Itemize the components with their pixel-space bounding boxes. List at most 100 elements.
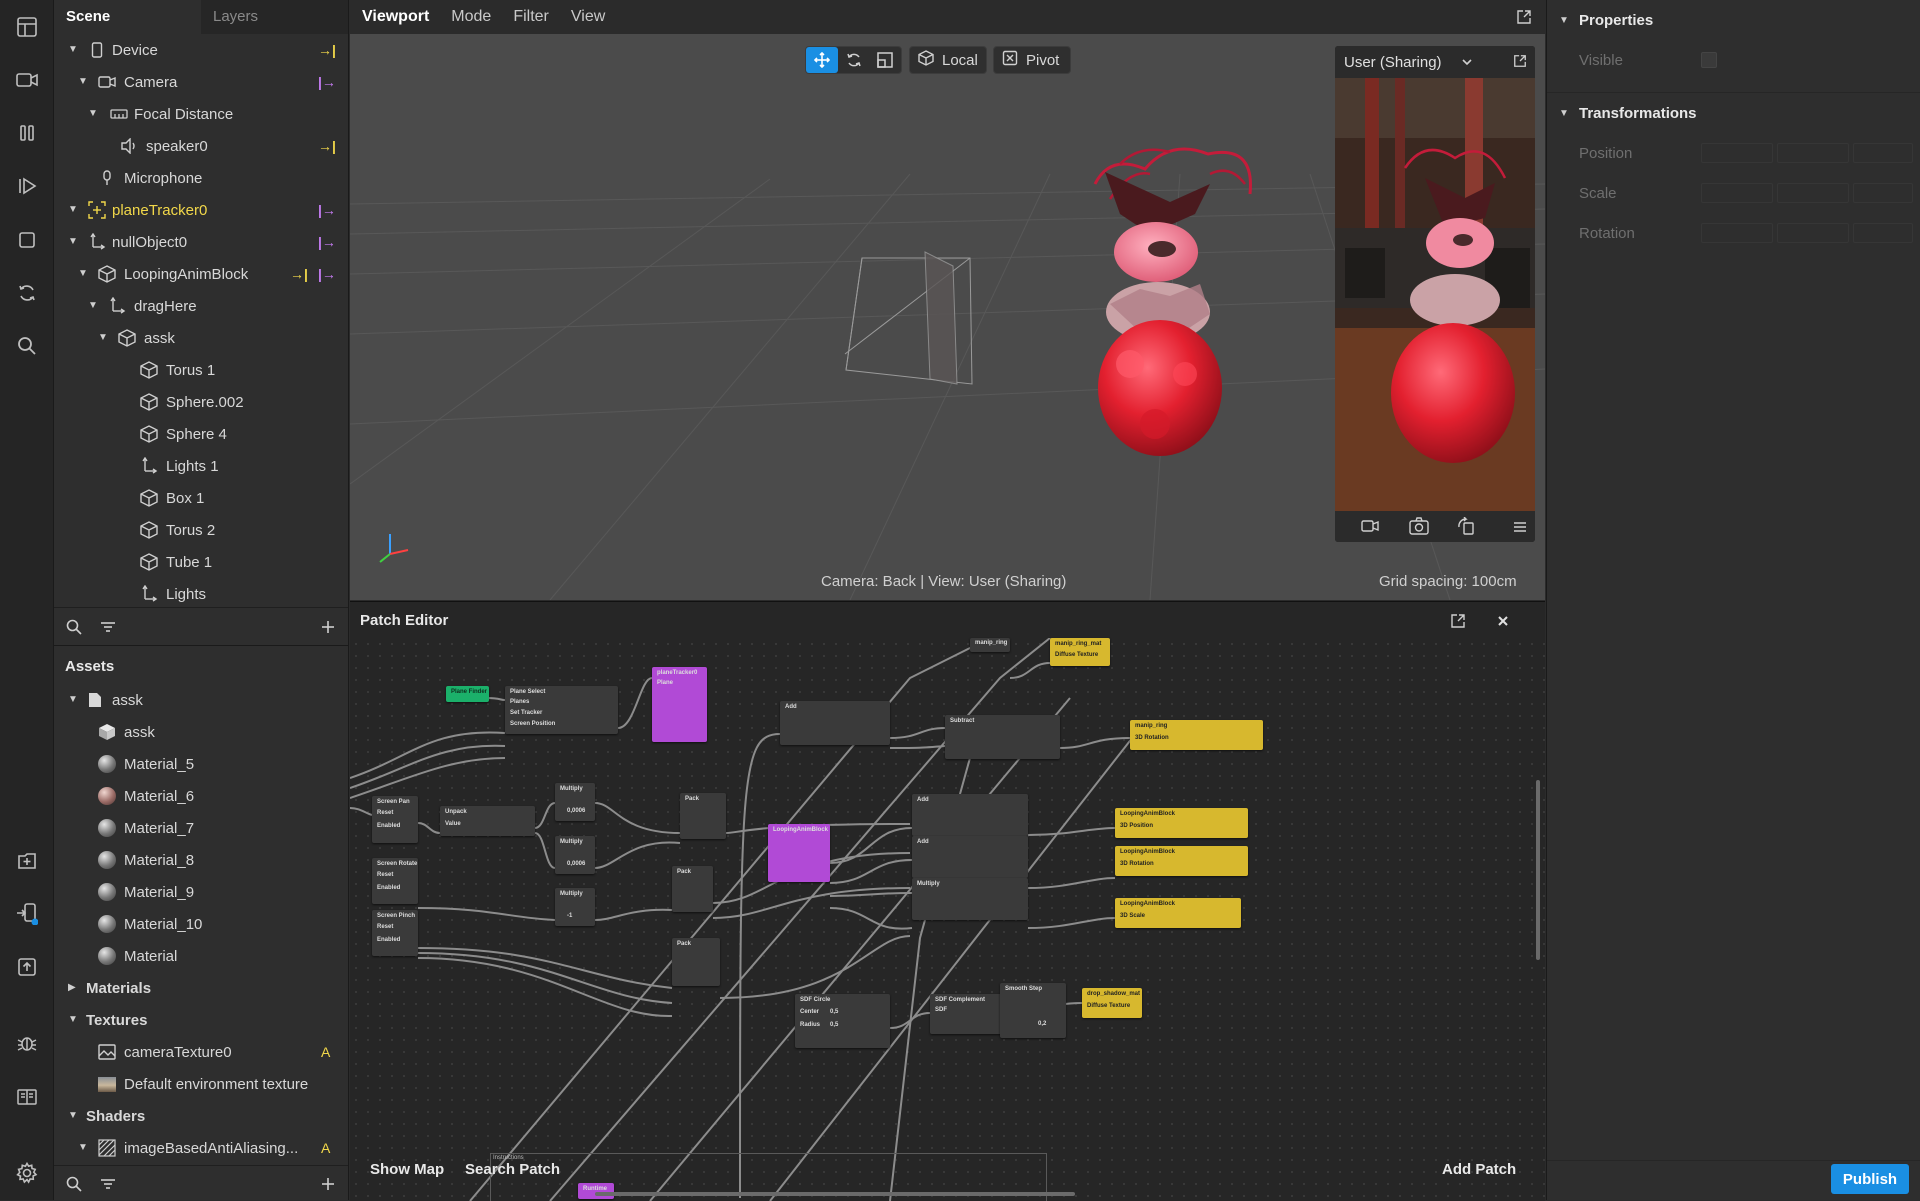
preview-view-selector[interactable]: User (Sharing) [1344, 54, 1442, 71]
stop-icon[interactable] [13, 226, 41, 254]
video-camera-icon[interactable] [13, 66, 41, 94]
show-map-button[interactable]: Show Map [370, 1161, 444, 1178]
tab-scene[interactable]: Scene [54, 0, 201, 34]
asset-item-assk-folder[interactable]: ▼ assk [54, 684, 348, 716]
scene-item-draghere[interactable]: ▼ dragHere [54, 290, 348, 322]
add-icon[interactable] [320, 619, 336, 639]
patch-input-icon[interactable]: |→ [318, 74, 336, 90]
patch-node-pack-2[interactable]: Pack [672, 866, 713, 912]
scene-item-loopinganimblock[interactable]: ▼ LoopingAnimBlock →| |→ [54, 258, 348, 290]
camera-preview-image[interactable] [1335, 78, 1535, 511]
scene-item-microphone[interactable]: Microphone [54, 162, 348, 194]
scene-item-planetracker0[interactable]: ▼ planeTracker0 |→ [54, 194, 348, 226]
viewport-menu-view[interactable]: View [571, 8, 605, 26]
patch-node-manip-ring[interactable]: manip_ring 3D Rotation [1130, 720, 1263, 750]
popout-icon[interactable] [1450, 613, 1466, 633]
asset-item-material[interactable]: Material [54, 940, 348, 972]
patch-node-drop-shadow-mat[interactable]: drop_shadow_mat Diffuse Texture [1082, 988, 1142, 1018]
caret-down-icon[interactable]: ▼ [1559, 15, 1569, 26]
patch-node-screen-rotate[interactable]: Screen Rotate Reset Enabled [372, 858, 418, 904]
add-icon[interactable] [320, 1176, 336, 1196]
patch-node-subtract[interactable]: Subtract [945, 715, 1060, 759]
asset-item-material-7[interactable]: Material_7 [54, 812, 348, 844]
vertical-scrollbar[interactable] [1536, 780, 1540, 960]
scene-item-lights[interactable]: Lights [54, 578, 348, 610]
caret-down-icon[interactable]: ▼ [78, 1143, 88, 1153]
scale-z-field[interactable] [1853, 183, 1913, 203]
patch-node-multiply-4[interactable]: Multiply [912, 878, 1028, 920]
caret-right-icon[interactable]: ▶ [68, 983, 78, 993]
patch-node-add-3[interactable]: Add [912, 836, 1028, 878]
scene-item-lights-1[interactable]: Lights 1 [54, 450, 348, 482]
patch-node-add-2[interactable]: Add [912, 794, 1028, 836]
visible-checkbox[interactable] [1701, 52, 1717, 68]
scene-item-device[interactable]: ▼ Device →| [54, 34, 348, 66]
filter-icon[interactable] [100, 1177, 116, 1195]
scene-item-sphere-4[interactable]: Sphere 4 [54, 418, 348, 450]
patch-input-icon[interactable]: |→ [318, 202, 336, 218]
caret-down-icon[interactable]: ▼ [78, 269, 88, 279]
rotate-device-icon[interactable] [1457, 516, 1475, 539]
add-patch-button[interactable]: Add Patch [1442, 1161, 1516, 1178]
horizontal-scrollbar[interactable] [595, 1192, 1075, 1196]
play-step-icon[interactable] [13, 172, 41, 200]
patch-node-manip-ring-small[interactable]: manip_ring [970, 638, 1010, 652]
viewport-menu-viewport[interactable]: Viewport [362, 8, 429, 26]
menu-icon[interactable] [1513, 520, 1527, 537]
linked-output-icon[interactable]: →| [318, 42, 336, 58]
caret-down-icon[interactable]: ▼ [68, 1015, 78, 1025]
caret-down-icon[interactable]: ▼ [98, 333, 108, 343]
rotation-x-field[interactable] [1701, 223, 1773, 243]
scale-icon[interactable] [869, 47, 901, 73]
patch-input-icon[interactable]: |→ [318, 266, 336, 282]
caret-down-icon[interactable]: ▼ [88, 109, 98, 119]
patch-node-sdf-circle[interactable]: SDF Circle Center 0,5 Radius 0,5 [795, 994, 890, 1048]
patch-node-plane-select[interactable]: Plane Select Planes Set Tracker Screen P… [505, 686, 618, 734]
caret-down-icon[interactable]: ▼ [1559, 108, 1569, 119]
patch-node-smooth-step[interactable]: Smooth Step 0,2 [1000, 983, 1066, 1038]
filter-icon[interactable] [100, 620, 116, 638]
patch-node-manip-ring-mat[interactable]: manip_ring_mat Diffuse Texture [1050, 638, 1110, 666]
patch-node-lab-scale[interactable]: LoopingAnimBlock 3D Scale [1115, 898, 1241, 928]
close-icon[interactable] [1496, 614, 1510, 632]
upload-icon[interactable] [13, 953, 41, 981]
asset-item-material-5[interactable]: Material_5 [54, 748, 348, 780]
move-icon[interactable] [806, 47, 838, 73]
linked-output-icon[interactable]: →| [318, 138, 336, 154]
asset-item-antialiasing-shader[interactable]: ▼ imageBasedAntiAliasing... A [54, 1132, 348, 1164]
asset-item-material-8[interactable]: Material_8 [54, 844, 348, 876]
video-camera-icon[interactable] [1361, 519, 1379, 537]
add-asset-icon[interactable] [13, 847, 41, 875]
caret-down-icon[interactable]: ▼ [78, 77, 88, 87]
asset-item-assk-model[interactable]: assk [54, 716, 348, 748]
scene-item-torus-2[interactable]: Torus 2 [54, 514, 348, 546]
tab-layers[interactable]: Layers [201, 0, 348, 34]
pivot-button[interactable]: Pivot [993, 46, 1071, 74]
patch-graph-canvas[interactable]: Plane Finder Plane Select Planes Set Tra… [350, 638, 1545, 1201]
book-icon[interactable] [13, 1083, 41, 1111]
linked-output-icon[interactable]: →| [290, 266, 308, 282]
caret-down-icon[interactable]: ▼ [68, 45, 78, 55]
patch-input-icon[interactable]: |→ [318, 234, 336, 250]
caret-down-icon[interactable]: ▼ [68, 237, 78, 247]
search-icon[interactable] [66, 1176, 82, 1196]
scale-y-field[interactable] [1777, 183, 1849, 203]
position-x-field[interactable] [1701, 143, 1773, 163]
settings-gear-icon[interactable] [13, 1159, 41, 1187]
pause-icon[interactable] [13, 119, 41, 147]
scene-item-camera[interactable]: ▼ Camera |→ [54, 66, 348, 98]
rotation-y-field[interactable] [1777, 223, 1849, 243]
search-patch-button[interactable]: Search Patch [465, 1161, 560, 1178]
position-y-field[interactable] [1777, 143, 1849, 163]
viewport-menu-mode[interactable]: Mode [451, 8, 491, 26]
position-z-field[interactable] [1853, 143, 1913, 163]
asset-item-material-9[interactable]: Material_9 [54, 876, 348, 908]
asset-group-materials[interactable]: ▶ Materials [54, 972, 348, 1004]
local-button[interactable]: Local [909, 46, 987, 74]
asset-group-shaders[interactable]: ▼ Shaders [54, 1100, 348, 1132]
patch-node-pack-1[interactable]: Pack [680, 793, 726, 839]
caret-down-icon[interactable]: ▼ [88, 301, 98, 311]
asset-item-material-10[interactable]: Material_10 [54, 908, 348, 940]
patch-node-loopinganimblock[interactable]: LoopingAnimBlock [768, 824, 830, 882]
patch-node-multiply-1[interactable]: Multiply 0,0006 [555, 783, 595, 821]
